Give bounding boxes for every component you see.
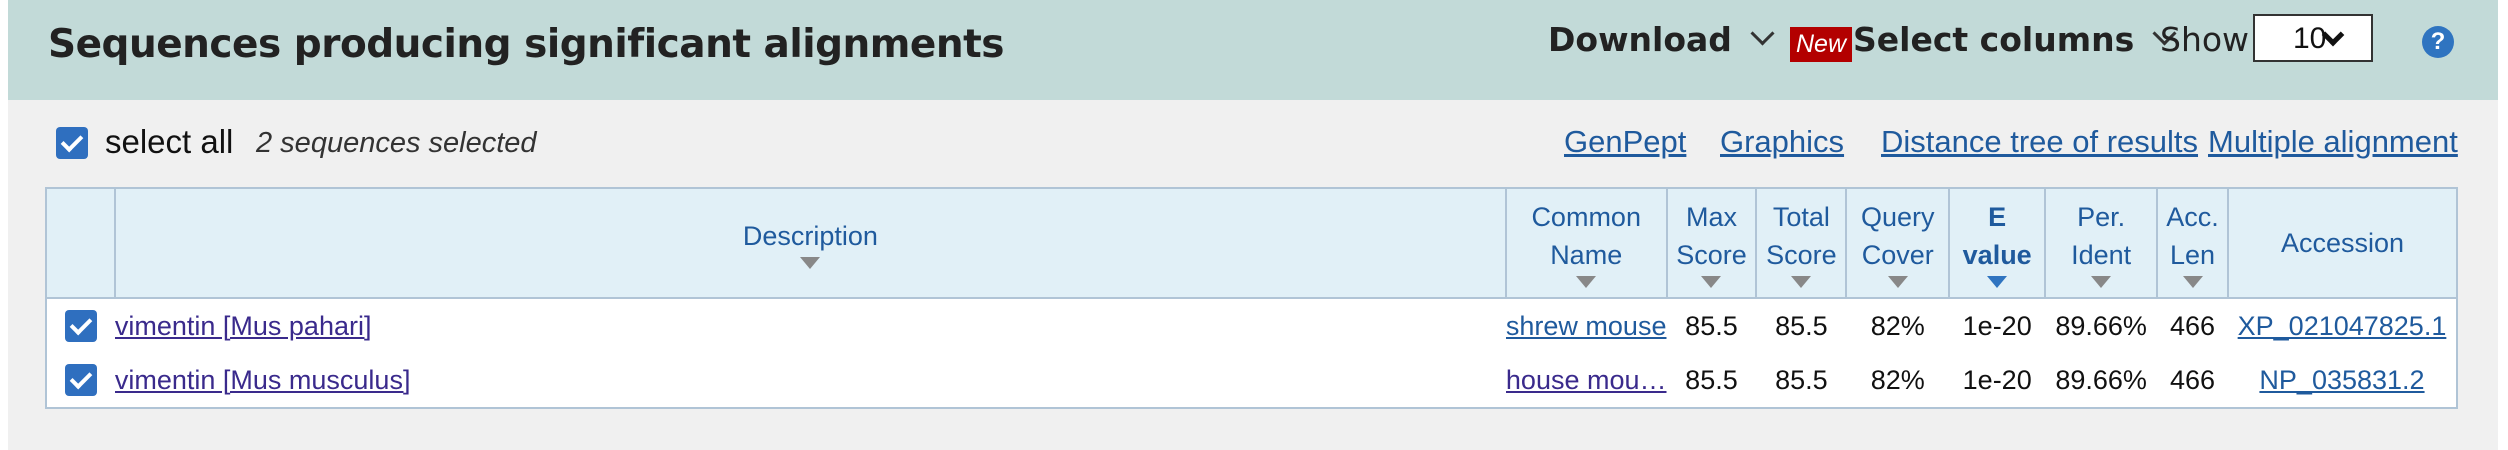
download-dropdown[interactable]: Download [1548, 20, 1775, 59]
col-total-score[interactable]: Total Score [1755, 187, 1848, 299]
total-score-cell: 85.5 [1756, 353, 1847, 409]
total-score-cell: 85.5 [1756, 298, 1847, 353]
max-score-cell: 85.5 [1666, 353, 1757, 409]
col-common-name[interactable]: Common Name [1504, 187, 1668, 299]
acc-len-cell: 466 [2157, 298, 2228, 353]
table-header-row: Description Common Name Max Score Total Sco… [45, 187, 2458, 299]
help-icon[interactable]: ? [2422, 26, 2454, 58]
selected-count: 2 sequences selected [256, 127, 537, 159]
row-checkbox[interactable] [64, 310, 97, 342]
sort-arrow-icon [800, 257, 821, 269]
sort-arrow-icon [2091, 276, 2112, 288]
query-cover-cell: 82% [1846, 298, 1950, 353]
per-ident-cell: 89.66% [2045, 353, 2158, 409]
col-description[interactable]: Description [113, 187, 1507, 299]
show-count-select[interactable]: 10 [2253, 14, 2373, 62]
new-badge: New [1790, 27, 1853, 62]
acc-len-cell: 466 [2157, 353, 2228, 409]
results-header: Sequences producing significant alignmen… [8, 0, 2498, 100]
sort-arrow-icon [1887, 276, 1908, 288]
accession-link[interactable]: NP_035831.2 [2259, 365, 2424, 395]
sort-arrow-icon [1701, 276, 1722, 288]
table-row: vimentin [Mus pahari] shrew mouse 85.5 8… [45, 298, 2458, 353]
per-ident-cell: 89.66% [2045, 298, 2158, 353]
results-table: Description Common Name Max Score Total Sco… [45, 187, 2458, 409]
sort-arrow-icon [1791, 276, 1812, 288]
query-cover-cell: 82% [1846, 353, 1950, 409]
col-max-score[interactable]: Max Score [1665, 187, 1758, 299]
download-label: Download [1548, 20, 1732, 59]
distance-tree-link[interactable]: Distance tree of results [1881, 124, 2198, 160]
e-value-cell: 1e-20 [1949, 298, 2046, 353]
col-accession[interactable]: Accession [2227, 187, 2458, 299]
table-row: vimentin [Mus musculus] house mou… 85.5 … [45, 353, 2458, 409]
description-link[interactable]: vimentin [Mus musculus] [115, 365, 411, 395]
results-panel: Sequences producing significant alignmen… [8, 0, 2498, 450]
select-column-header [45, 187, 116, 299]
page-title: Sequences producing significant alignmen… [48, 22, 1005, 67]
show-count-value: 10 [2293, 22, 2327, 55]
select-columns-dropdown[interactable]: Select columns [1853, 20, 2177, 59]
e-value-cell: 1e-20 [1949, 353, 2046, 409]
max-score-cell: 85.5 [1666, 298, 1757, 353]
sort-arrow-icon [2182, 276, 2203, 288]
col-per-ident[interactable]: Per. Ident [2044, 187, 2159, 299]
show-label: Show [2160, 20, 2250, 59]
row-checkbox[interactable] [64, 364, 97, 396]
accession-link[interactable]: XP_021047825.1 [2238, 311, 2447, 341]
description-link[interactable]: vimentin [Mus pahari] [115, 311, 372, 341]
select-columns-label: Select columns [1853, 20, 2135, 59]
col-acc-len[interactable]: Acc. Len [2156, 187, 2229, 299]
col-e-value[interactable]: Evalue [1948, 187, 2047, 299]
common-name-link[interactable]: shrew mouse [1506, 311, 1667, 341]
sort-arrow-icon [1576, 276, 1597, 288]
common-name-link[interactable]: house mou… [1506, 365, 1667, 395]
select-all-label[interactable]: select all [105, 123, 233, 161]
select-all-checkbox[interactable] [56, 127, 88, 159]
chevron-down-icon [1750, 21, 1775, 46]
multiple-alignment-link[interactable]: Multiple alignment [2208, 124, 2458, 160]
sort-arrow-active-icon [1987, 276, 2008, 288]
genpept-link[interactable]: GenPept [1564, 124, 1686, 160]
graphics-link[interactable]: Graphics [1720, 124, 1844, 160]
col-query-cover[interactable]: Query Cover [1845, 187, 1951, 299]
